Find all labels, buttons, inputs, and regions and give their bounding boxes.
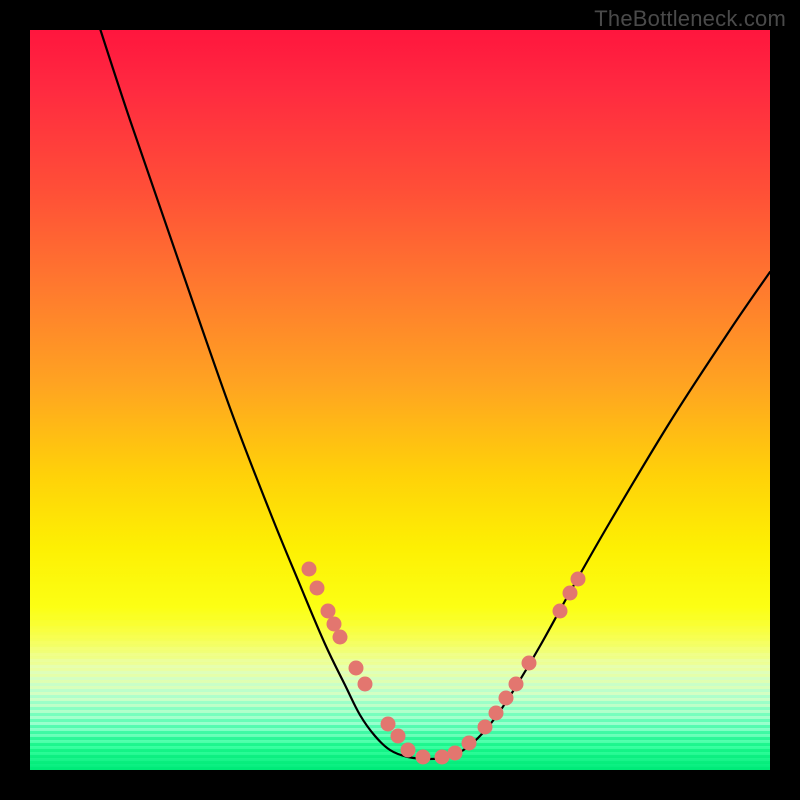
data-point	[499, 691, 514, 706]
data-point	[462, 736, 477, 751]
data-point	[448, 746, 463, 761]
data-point	[401, 743, 416, 758]
bottleneck-curve	[94, 30, 770, 759]
data-point	[553, 604, 568, 619]
data-point	[349, 661, 364, 676]
watermark-text: TheBottleneck.com	[594, 6, 786, 32]
chart-svg	[30, 30, 770, 770]
data-point	[391, 729, 406, 744]
data-point	[416, 750, 431, 765]
stage: TheBottleneck.com	[0, 0, 800, 800]
data-point	[358, 677, 373, 692]
data-point	[333, 630, 348, 645]
data-point	[478, 720, 493, 735]
plot-area	[30, 30, 770, 770]
data-point	[571, 572, 586, 587]
data-point	[563, 586, 578, 601]
data-point	[310, 581, 325, 596]
data-point	[489, 706, 504, 721]
data-point	[327, 617, 342, 632]
data-point	[302, 562, 317, 577]
data-point	[321, 604, 336, 619]
data-point	[522, 656, 537, 671]
data-point	[435, 750, 450, 765]
data-point	[381, 717, 396, 732]
dots-group	[302, 562, 586, 765]
data-point	[509, 677, 524, 692]
